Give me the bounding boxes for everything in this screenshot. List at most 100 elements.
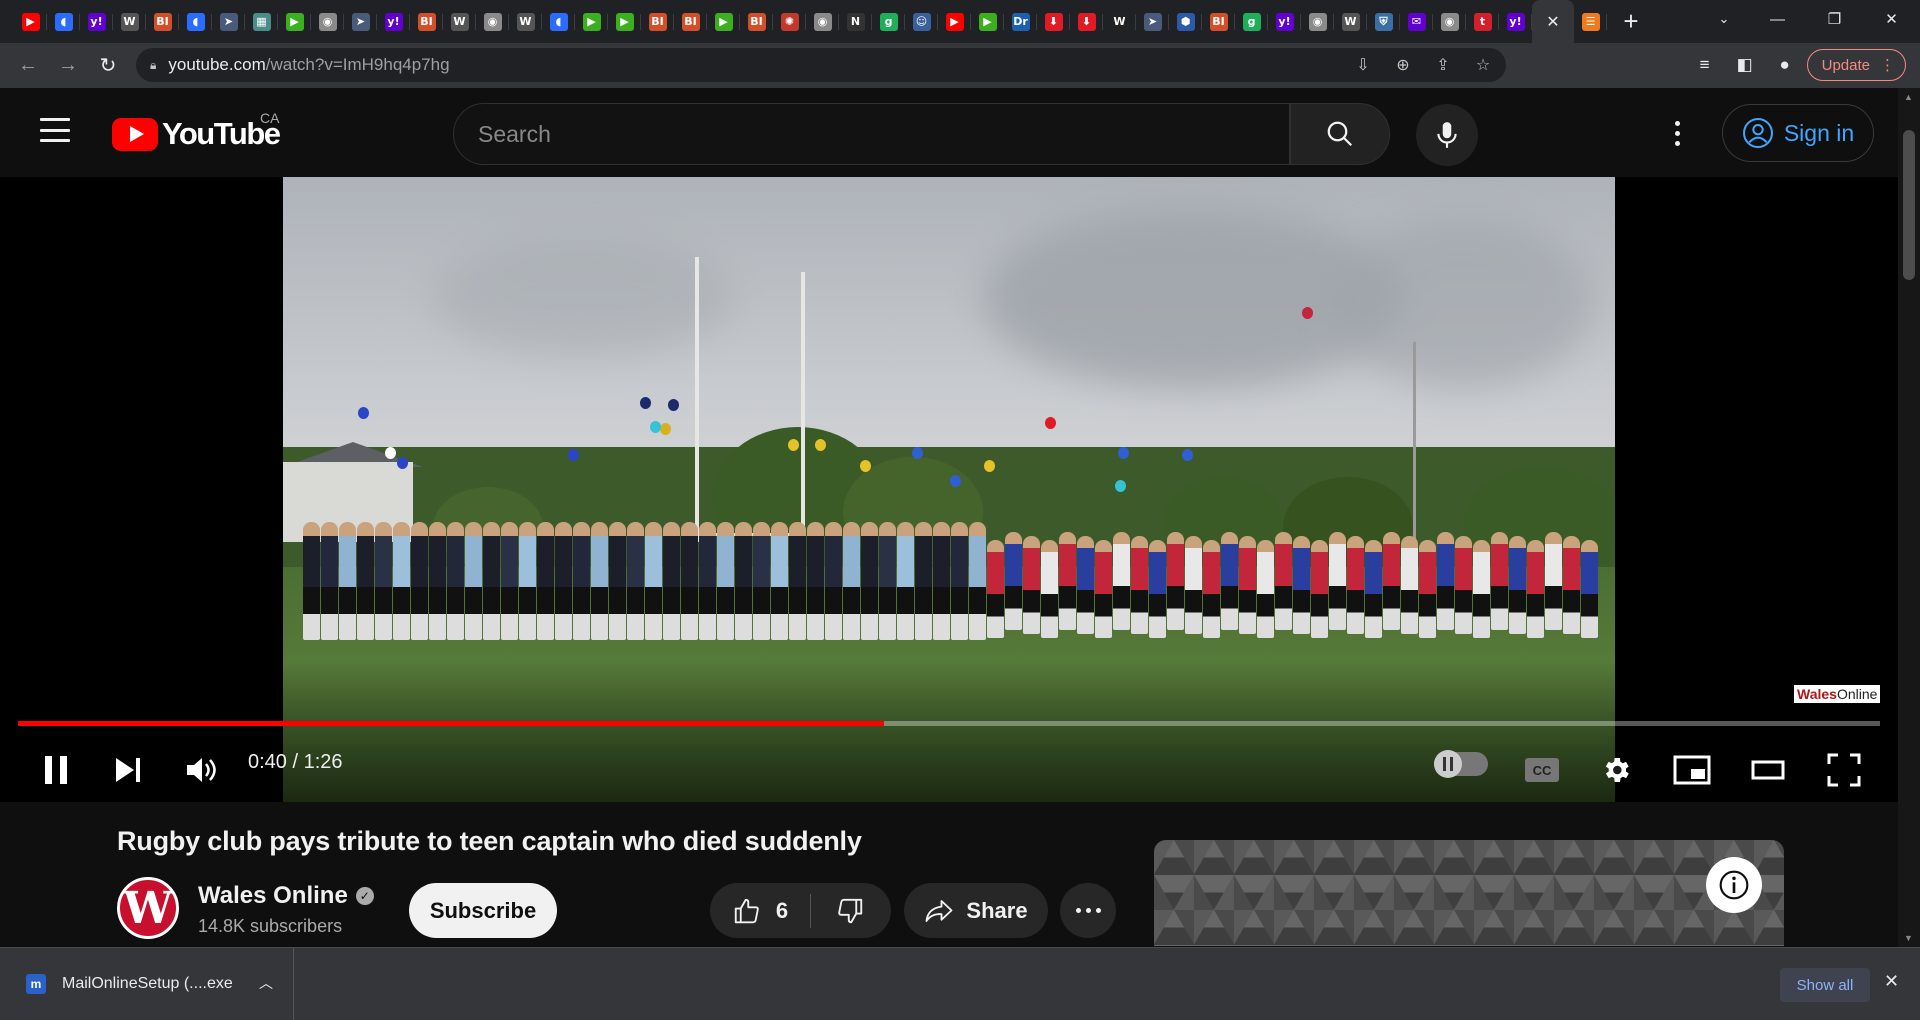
video-player[interactable]: WalesOnline 0:40 / 1:26 CC xyxy=(0,177,1898,802)
browser-tab[interactable]: ✉ xyxy=(1400,0,1433,43)
browser-tab[interactable]: BI xyxy=(641,0,674,43)
tab-search-chevron-icon[interactable]: ⌄ xyxy=(1704,0,1744,38)
more-actions-button[interactable] xyxy=(1060,883,1116,938)
browser-tab[interactable]: W xyxy=(509,0,542,43)
scroll-thumb[interactable] xyxy=(1903,130,1915,280)
browser-tab[interactable]: ➤ xyxy=(1136,0,1169,43)
profile-icon[interactable]: ● xyxy=(1767,47,1803,83)
browser-tab[interactable]: t xyxy=(1466,0,1499,43)
browser-tab-active[interactable]: ✕ xyxy=(1532,0,1574,43)
browser-tab[interactable]: y! xyxy=(80,0,113,43)
browser-tab[interactable]: ▶ xyxy=(278,0,311,43)
browser-tab[interactable]: BI xyxy=(674,0,707,43)
scroll-up-arrow-icon[interactable]: ▲ xyxy=(1904,92,1913,102)
next-button[interactable] xyxy=(108,745,148,795)
theater-mode-button[interactable] xyxy=(1746,745,1790,795)
channel-avatar[interactable]: W xyxy=(117,877,179,939)
volume-button[interactable] xyxy=(180,745,224,795)
settings-button[interactable] xyxy=(1596,745,1636,795)
browser-tab[interactable]: ◖ xyxy=(47,0,80,43)
subscribe-button[interactable]: Subscribe xyxy=(409,883,557,938)
browser-tab[interactable]: N xyxy=(839,0,872,43)
captions-button[interactable]: CC xyxy=(1522,745,1562,795)
browser-tab[interactable]: ⬇ xyxy=(1070,0,1103,43)
browser-tab[interactable]: ▦ xyxy=(245,0,278,43)
close-shelf-icon[interactable]: ✕ xyxy=(1884,971,1899,992)
browser-tab[interactable]: W xyxy=(443,0,476,43)
zoom-icon[interactable]: ⊕ xyxy=(1386,48,1420,82)
browser-tab[interactable]: ☺ xyxy=(905,0,938,43)
update-button[interactable]: Update ⋮ xyxy=(1806,49,1906,81)
reload-icon[interactable]: ↻ xyxy=(88,48,128,84)
browser-tab[interactable]: ☰ xyxy=(1574,0,1607,43)
new-tab-icon[interactable]: + xyxy=(1611,0,1651,43)
browser-tab[interactable]: BI xyxy=(410,0,443,43)
browser-tab[interactable]: ▶ xyxy=(575,0,608,43)
browser-tab[interactable]: ◉ xyxy=(311,0,344,43)
lock-icon[interactable]: 🔒︎ xyxy=(150,58,156,73)
address-bar[interactable]: 🔒︎ youtube.com/watch?v=ImH9hq4p7hg ⇩ ⊕ ⇪… xyxy=(136,48,1506,82)
browser-tab[interactable]: ◉ xyxy=(1433,0,1466,43)
browser-tab[interactable]: ◉ xyxy=(476,0,509,43)
youtube-logo[interactable]: YouTube xyxy=(112,116,281,152)
browser-tab[interactable]: W xyxy=(1103,0,1136,43)
restore-icon[interactable]: ❐ xyxy=(1806,0,1863,38)
share-button[interactable]: Share xyxy=(904,883,1048,938)
dislike-button[interactable] xyxy=(811,883,889,938)
bookmark-star-icon[interactable]: ☆ xyxy=(1466,48,1500,82)
browser-tab[interactable]: Dr xyxy=(1004,0,1037,43)
page-scrollbar[interactable]: ▲ ▼ xyxy=(1898,88,1920,947)
browser-tab[interactable]: ▶ xyxy=(14,0,47,43)
scroll-down-arrow-icon[interactable]: ▼ xyxy=(1904,933,1913,943)
browser-tab[interactable]: g xyxy=(1235,0,1268,43)
fullscreen-button[interactable] xyxy=(1822,745,1866,795)
browser-tab[interactable]: W xyxy=(1334,0,1367,43)
browser-tab[interactable]: ▶ xyxy=(707,0,740,43)
autoplay-toggle[interactable] xyxy=(1434,750,1488,778)
browser-tab[interactable]: ➤ xyxy=(212,0,245,43)
sign-in-button[interactable]: Sign in xyxy=(1722,104,1874,162)
browser-tab[interactable]: BI xyxy=(146,0,179,43)
share-page-icon[interactable]: ⇪ xyxy=(1426,48,1460,82)
pause-button[interactable] xyxy=(36,745,76,795)
settings-dots-icon[interactable] xyxy=(1660,116,1694,150)
browser-tab[interactable]: y! xyxy=(377,0,410,43)
browser-tab[interactable]: ◉ xyxy=(1301,0,1334,43)
browser-tab[interactable]: ⬇ xyxy=(1037,0,1070,43)
search-button[interactable] xyxy=(1290,103,1390,165)
download-item[interactable]: m MailOnlineSetup (....exe ︿ xyxy=(0,948,294,1020)
miniplayer-button[interactable] xyxy=(1670,745,1714,795)
browser-tab[interactable]: y! xyxy=(1268,0,1301,43)
ad-info-button[interactable] xyxy=(1706,857,1762,913)
reading-list-icon[interactable]: ≡ xyxy=(1687,47,1723,83)
like-button[interactable]: 6 xyxy=(710,883,810,938)
minimize-icon[interactable]: — xyxy=(1749,0,1806,38)
browser-tab[interactable]: BI xyxy=(740,0,773,43)
back-arrow-icon[interactable]: ← xyxy=(8,48,48,84)
channel-name-link[interactable]: Wales Online ✓ xyxy=(198,882,374,910)
browser-tab[interactable]: ➤ xyxy=(344,0,377,43)
browser-tab[interactable]: y! xyxy=(1499,0,1532,43)
progress-bar[interactable] xyxy=(18,721,1880,726)
browser-tab[interactable]: W xyxy=(113,0,146,43)
chevron-up-icon[interactable]: ︿ xyxy=(259,973,273,993)
search-input[interactable] xyxy=(478,120,1289,148)
browser-tab[interactable]: ⬢ xyxy=(1169,0,1202,43)
side-panel-icon[interactable]: ◧ xyxy=(1727,47,1763,83)
browser-tab[interactable]: ▶ xyxy=(971,0,1004,43)
browser-tab[interactable]: g xyxy=(872,0,905,43)
browser-tab[interactable]: ▶ xyxy=(608,0,641,43)
browser-tab[interactable]: ▶ xyxy=(938,0,971,43)
install-app-icon[interactable]: ⇩ xyxy=(1346,48,1380,82)
close-window-icon[interactable]: ✕ xyxy=(1863,0,1920,38)
browser-tab[interactable]: ◉ xyxy=(806,0,839,43)
sidebar-ad-panel[interactable] xyxy=(1154,840,1784,946)
close-tab-icon[interactable]: ✕ xyxy=(1546,12,1559,32)
guide-menu-icon[interactable] xyxy=(40,118,70,142)
browser-tab[interactable]: ◖ xyxy=(179,0,212,43)
voice-search-button[interactable] xyxy=(1416,104,1478,166)
browser-tab[interactable]: BI xyxy=(1202,0,1235,43)
forward-arrow-icon[interactable]: → xyxy=(48,48,88,84)
browser-tab[interactable]: ✺ xyxy=(773,0,806,43)
browser-tab[interactable]: ⛨ xyxy=(1367,0,1400,43)
